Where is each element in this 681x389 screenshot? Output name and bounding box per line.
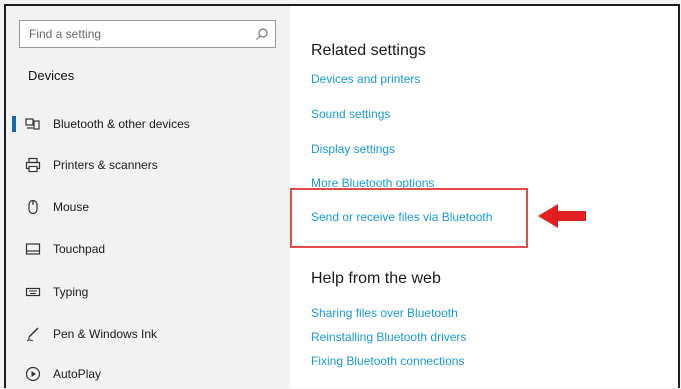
keyboard-icon [25,284,41,300]
link-display-settings[interactable]: Display settings [311,142,395,156]
mouse-icon [25,199,41,215]
sidebar-item-autoplay[interactable]: AutoPlay [6,356,290,388]
search-icon[interactable] [255,27,269,41]
sidebar-item-touchpad[interactable]: Touchpad [6,231,290,267]
sidebar-item-pen[interactable]: Pen & Windows Ink [6,316,290,352]
search-placeholder: Find a setting [29,27,102,41]
sidebar-item-label: Pen & Windows Ink [53,327,158,341]
sidebar: Find a setting Devices Bluetooth & other… [6,6,290,388]
bluetooth-devices-icon [25,116,41,132]
sidebar-item-label: Printers & scanners [53,158,158,172]
sidebar-item-label: Touchpad [53,242,106,256]
related-settings-heading: Related settings [311,42,426,59]
touchpad-icon [25,241,41,257]
link-sound-settings[interactable]: Sound settings [311,107,390,121]
sidebar-item-label: Bluetooth & other devices [53,117,190,131]
pen-icon [25,326,41,342]
link-send-receive-files-bluetooth[interactable]: Send or receive files via Bluetooth [311,210,492,224]
sidebar-section-title: Devices [28,68,75,83]
link-sharing-files-bluetooth[interactable]: Sharing files over Bluetooth [311,306,458,320]
sidebar-item-label: Mouse [53,200,90,214]
settings-window: Find a setting Devices Bluetooth & other… [4,4,680,388]
red-arrow-icon [538,204,586,228]
sidebar-item-bluetooth[interactable]: Bluetooth & other devices [6,106,290,142]
sidebar-item-label: Typing [53,285,89,299]
sidebar-item-typing[interactable]: Typing [6,274,290,310]
help-from-web-heading: Help from the web [311,270,441,287]
link-devices-and-printers[interactable]: Devices and printers [311,72,420,86]
sidebar-item-label: AutoPlay [53,367,102,381]
link-reinstalling-bluetooth-drivers[interactable]: Reinstalling Bluetooth drivers [311,330,466,344]
main-content: Related settings Devices and printers So… [290,6,678,388]
link-fixing-bluetooth-connections[interactable]: Fixing Bluetooth connections [311,354,464,368]
autoplay-icon [25,366,41,382]
search-input[interactable]: Find a setting [19,20,276,48]
sidebar-item-mouse[interactable]: Mouse [6,189,290,225]
printer-icon [25,157,41,173]
sidebar-item-printers[interactable]: Printers & scanners [6,147,290,183]
